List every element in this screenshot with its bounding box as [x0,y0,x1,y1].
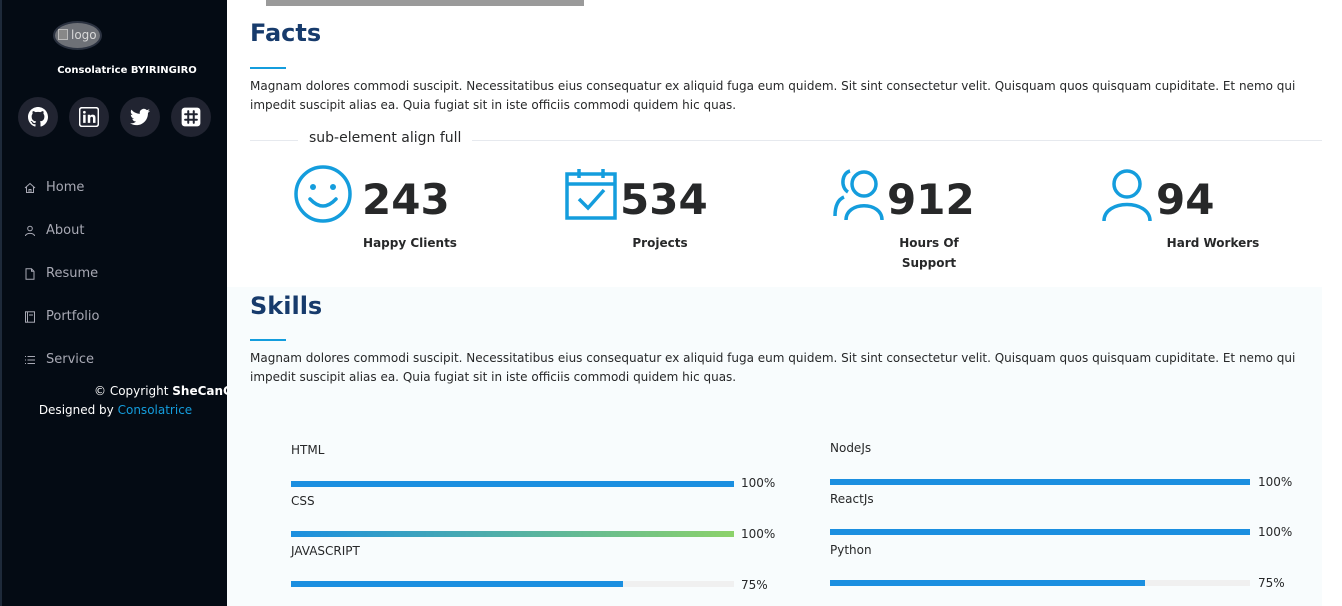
home-icon [24,182,36,193]
broken-image-icon [58,29,68,40]
nav-label-about: About [46,223,85,238]
skills-title-underline [250,339,286,341]
skills-section [227,287,1322,606]
fact-label: Hours Of Support [881,233,977,273]
fact-label-line2: Support [901,256,957,270]
people-icon [833,169,884,221]
fact-label: Happy Clients [363,236,457,250]
sidebar: logo Consolatrice BYIRINGIRO Home About … [0,0,229,606]
skills-title: Skills [250,292,323,320]
person-icon [1102,169,1152,222]
skill-progress-track [830,529,1250,535]
person-icon [25,225,35,236]
skill-progress-bar [291,531,734,537]
skill-name: ReactJs [830,492,874,506]
linkedin-link[interactable] [69,97,109,137]
facts-description: Magnam dolores commodi suscipit. Necessi… [250,79,1296,112]
skill-progress-bar [291,481,734,487]
designed-by-text: Designed by [38,403,114,417]
book-icon [25,310,35,323]
twitter-link[interactable] [120,97,160,137]
nav-item-service[interactable]: Service [24,338,99,381]
facts-title: Facts [250,19,322,47]
skill-progress-track [830,479,1250,485]
fact-label: Projects [632,236,688,250]
github-icon [28,107,48,127]
skill-progress-bar [830,580,1145,586]
skill-percent: 100% [741,527,776,541]
copyright-brand: SheCanCode [172,384,229,398]
skill-name: CSS [291,494,315,508]
file-icon [25,267,35,280]
nav-label-home: Home [46,180,85,195]
fact-number: 94 [1156,175,1215,224]
nav-label-service: Service [46,352,95,367]
skill-progress-track [291,531,734,537]
skill-percent: 100% [1258,475,1293,489]
nav-item-resume[interactable]: Resume [24,252,99,295]
github-link[interactable] [18,97,58,137]
fact-number: 912 [887,175,975,224]
fact-number: 534 [620,175,708,224]
social-links [18,97,222,137]
fact-label-line1: Hours Of [899,236,959,250]
skill-name: HTML [291,443,325,457]
profile-logo: logo [53,21,102,50]
copyright: © Copyright SheCanCode Designed by Conso… [2,382,229,420]
copyright-prefix: © Copyright [94,384,169,398]
facts-legend: sub-element align full [298,130,473,146]
nav-item-about[interactable]: About [24,209,99,252]
nav-label-portfolio: Portfolio [46,309,100,324]
profile-name: Consolatrice BYIRINGIRO [57,65,197,76]
list-icon [25,355,35,364]
nav-label-resume: Resume [46,266,99,281]
calendar-check-icon [565,169,617,220]
designer-link[interactable]: Consolatrice [118,403,193,417]
nav-item-home[interactable]: Home [24,166,99,209]
facts-title-underline [250,67,286,69]
fact-number: 243 [362,175,450,224]
skill-name: JAVASCRIPT [291,544,360,558]
nav-item-portfolio[interactable]: Portfolio [24,295,99,338]
profile-image-bottom-edge [266,0,584,6]
skill-progress-bar [291,581,624,587]
linkedin-icon [79,107,99,127]
skill-progress-bar [830,529,1250,535]
fact-label: Hard Workers [1166,236,1260,250]
skill-percent: 100% [1258,525,1293,539]
skill-progress-track [291,481,734,487]
skill-percent: 75% [1258,576,1285,590]
skill-name: NodeJs [830,441,872,455]
skill-name: Python [830,543,872,557]
smile-icon [294,165,352,223]
slack-link[interactable] [171,97,211,137]
skills-description: Magnam dolores commodi suscipit. Necessi… [250,351,1296,384]
skill-percent: 100% [741,476,776,490]
twitter-icon [130,108,150,126]
skill-progress-track [291,581,734,587]
slack-icon [181,107,201,127]
skill-progress-bar [830,479,1250,485]
skill-percent: 75% [741,578,768,592]
skill-progress-track [830,580,1250,586]
sidebar-nav: Home About Resume Portfolio Service [24,166,99,381]
